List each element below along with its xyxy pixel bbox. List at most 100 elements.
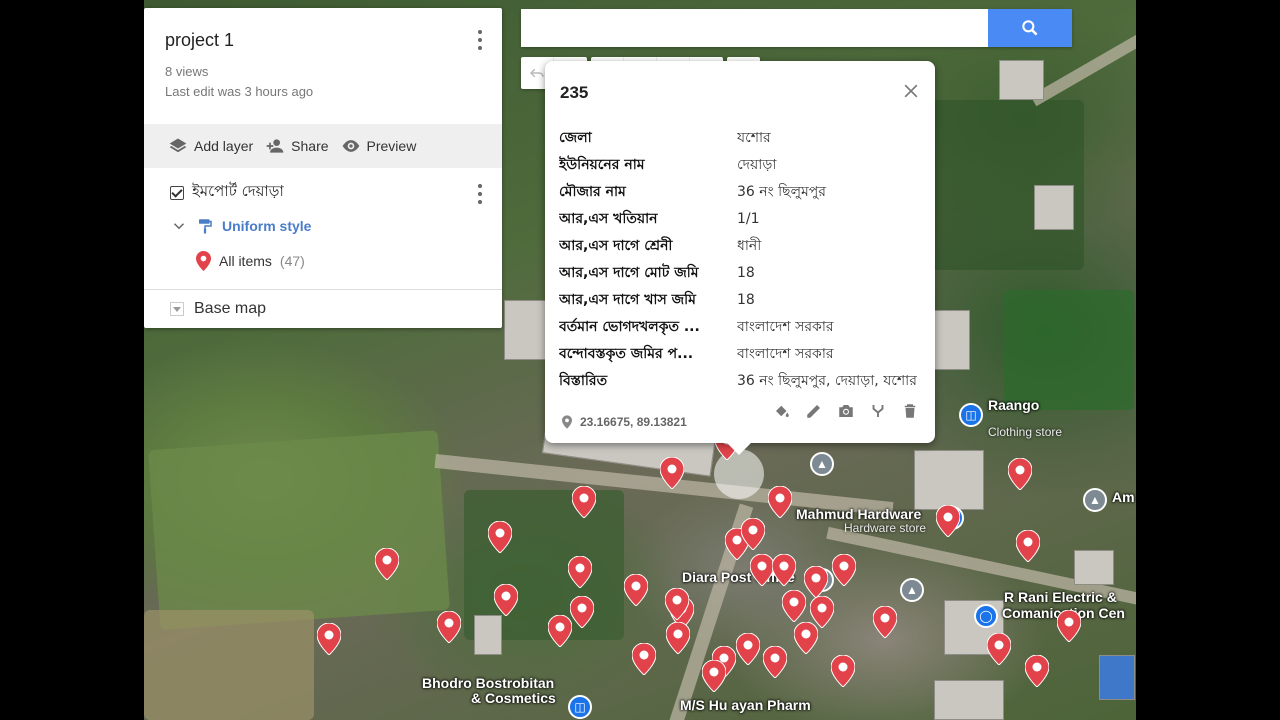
map-marker-pin[interactable] [741,518,765,550]
map-pin-icon [987,633,1011,665]
map-marker-pin[interactable] [772,554,796,586]
attribute-value: 1/1 [737,210,760,227]
all-items-count: (47) [279,253,305,269]
map-pin-icon [772,554,796,586]
panel-actions: Add layer Share Preview [144,124,502,168]
map-pin-icon [572,486,596,518]
map-marker-pin[interactable] [494,584,518,616]
base-map-row[interactable]: Base map [144,290,502,318]
add-layer-button[interactable]: Add layer [168,136,253,156]
map-pin-icon [804,566,828,598]
map-marker-pin[interactable] [763,646,787,678]
map-marker-pin[interactable] [1025,655,1049,687]
map-marker-pin[interactable] [666,622,690,654]
school-icon[interactable]: ▲ [900,578,924,602]
attribute-table: জেলা যশোর ইউনিয়নের নাম দেয়াড়া মৌজার নাম 36… [559,124,917,394]
map-label-bhodro-line1[interactable]: Bhodro Bostrobitan [422,675,554,691]
map-pin-icon [570,596,594,628]
style-button[interactable] [771,400,793,422]
map-marker-pin[interactable] [437,611,461,643]
map-label-bhodro-line2[interactable]: & Cosmetics [471,690,556,706]
location-icon [562,415,572,429]
map-marker-pin[interactable] [570,596,594,628]
map-marker-pin[interactable] [548,615,572,647]
attribute-key: বর্তমান ভোগদখলকৃত ... [559,318,700,335]
paint-bucket-icon [776,405,789,417]
map-marker-pin[interactable] [804,566,828,598]
map-pin-icon [548,615,572,647]
share-button[interactable]: Share [265,136,329,156]
attribute-value: বাংলাদেশ সরকার [737,318,834,335]
map-marker-pin[interactable] [375,548,399,580]
all-items-label: All items [219,253,272,269]
map-label-raango[interactable]: Raango [988,397,1039,413]
map-marker-pin[interactable] [488,521,512,553]
map-marker-pin[interactable] [572,486,596,518]
attribute-value: ধানী [737,237,762,254]
school-icon[interactable]: ▲ [1083,488,1107,512]
map-label-rrani-line1[interactable]: R Rani Electric & [1004,589,1117,605]
map-building [1099,655,1135,700]
layer-visibility-checkbox[interactable] [170,185,184,200]
map-marker-pin[interactable] [317,623,341,655]
add-photo-button[interactable] [835,400,857,422]
uniform-style-link[interactable]: Uniform style [222,218,311,234]
shopping-bag-icon[interactable]: ◫ [959,403,983,427]
map-pin-icon [750,554,774,586]
map-marker-pin[interactable] [831,655,855,687]
map-marker-pin[interactable] [632,643,656,675]
map-marker-pin[interactable] [1008,458,1032,490]
attribute-row: জেলা যশোর [559,124,917,151]
edit-button[interactable] [803,400,825,422]
attribute-key: জেলা [559,129,592,146]
map-pin-icon [568,556,592,588]
map-marker-pin[interactable] [794,622,818,654]
preview-button[interactable]: Preview [341,136,416,156]
project-menu-icon[interactable] [472,28,488,52]
directions-to-button[interactable] [867,400,889,422]
attribute-key: ইউনিয়নের নাম [559,156,645,173]
map-field [1004,290,1134,410]
layer-name[interactable]: ইমপোর্ট দেয়াড়া [192,180,284,205]
delete-button[interactable] [899,400,921,422]
map-marker-pin[interactable] [936,505,960,537]
shopping-bag-icon[interactable]: ◫ [568,695,592,719]
map-label-ms[interactable]: M/S Hu ayan Pharm [680,697,811,713]
map-building [1074,550,1114,585]
map-pin-icon [741,518,765,550]
map-marker-pin[interactable] [987,633,1011,665]
map-marker-pin[interactable] [873,606,897,638]
project-title[interactable]: project 1 [165,30,481,51]
map-marker-pin[interactable] [624,574,648,606]
map-label-mahmud[interactable]: Mahmud Hardware [796,506,921,522]
all-items-row[interactable]: All items (47) [196,251,502,271]
map-marker-pin[interactable] [782,590,806,622]
attribute-value: যশোর [737,129,771,146]
map-marker-pin[interactable] [660,457,684,489]
map-label-am[interactable]: Am [1112,489,1135,505]
close-icon[interactable] [901,81,921,101]
map-marker-pin[interactable] [665,588,689,620]
map-marker-pin[interactable] [832,554,856,586]
coordinates-text[interactable]: 23.16675, 89.13821 [580,415,687,429]
search-button[interactable] [988,9,1072,47]
attribute-key: আর,এস দাগে মোট জমি [559,264,699,281]
map-marker-pin[interactable] [750,554,774,586]
attribute-row: মৌজার নাম 36 নং ছিলুমপুর [559,178,917,205]
base-map-expand-icon[interactable] [170,302,184,316]
map-marker-pin[interactable] [1016,530,1040,562]
base-map-label: Base map [194,300,267,317]
school-icon[interactable]: ▲ [810,452,834,476]
map-marker-pin[interactable] [702,660,726,692]
chevron-down-icon[interactable] [170,217,188,235]
map-marker-pin[interactable] [736,633,760,665]
map-marker-pin[interactable] [768,486,792,518]
shopping-cart-icon[interactable]: ◯ [974,604,998,628]
map-marker-pin[interactable] [568,556,592,588]
layer-menu-icon[interactable] [472,182,488,206]
map-marker-pin[interactable] [1057,610,1081,642]
map-pin-icon [794,622,818,654]
map-pin-icon [660,457,684,489]
layers-panel: project 1 8 views Last edit was 3 hours … [144,8,502,328]
search-input[interactable] [521,9,988,47]
